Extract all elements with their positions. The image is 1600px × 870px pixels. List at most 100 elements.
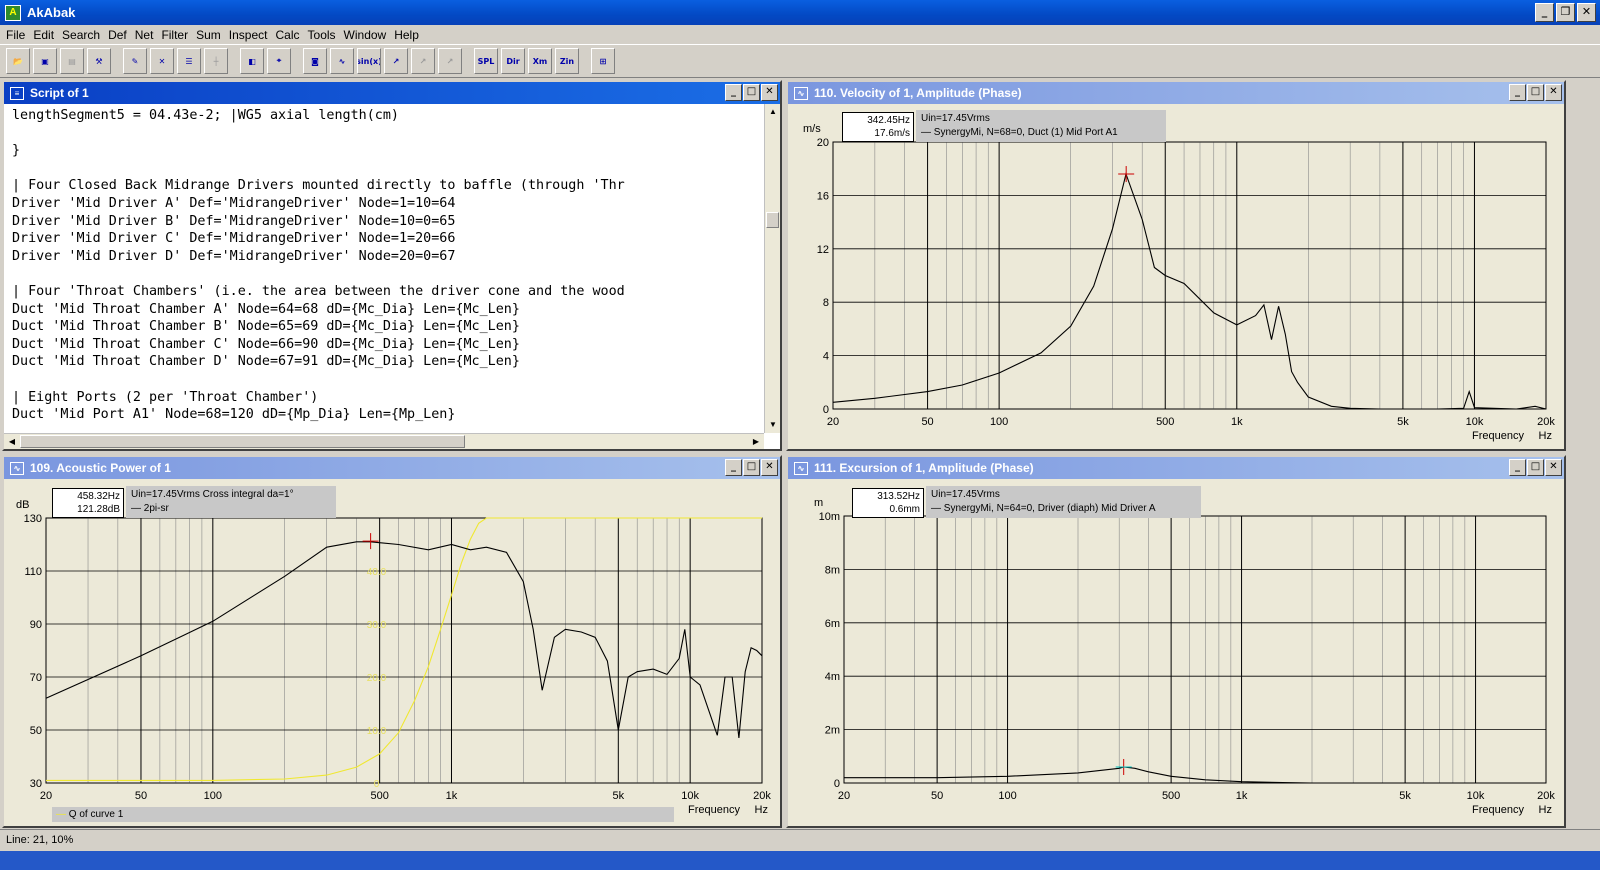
script-text[interactable]: lengthSegment5 = 04.43e-2; |WG5 axial le… — [12, 107, 758, 433]
menu-search[interactable]: Search — [60, 28, 106, 42]
scroll-up-icon[interactable]: ▲ — [765, 104, 780, 120]
velocity-plot[interactable]: 20 50 100 500 1k 5k 10k 20k 0 4 8 12 16 20 m/s Frequenc… — [788, 104, 1564, 449]
script-line[interactable] — [12, 371, 758, 389]
script-line[interactable]: | Four 'Throat Chambers' (i.e. the area … — [12, 283, 758, 301]
curve-icon[interactable]: ↗ — [384, 48, 408, 74]
minimize-button[interactable]: _ — [1535, 3, 1554, 22]
script-line[interactable]: | Four Closed Back Midrange Drivers moun… — [12, 177, 758, 195]
grid-icon[interactable]: ┼ — [204, 48, 228, 74]
menu-file[interactable]: File — [4, 28, 31, 42]
restore-button[interactable]: ❐ — [1556, 3, 1575, 22]
close-button[interactable]: ✕ — [1577, 3, 1596, 22]
app-logo-icon: A — [5, 4, 21, 21]
curve2-icon[interactable]: ↗ — [411, 48, 435, 74]
script-window[interactable]: ≡ Script of 1 _ □ ✕ lengthSegment5 = 04.… — [2, 80, 782, 451]
probe-icon[interactable]: ✕ — [150, 48, 174, 74]
script-line[interactable]: Driver 'Mid Driver A' Def='MidrangeDrive… — [12, 195, 758, 213]
script-line[interactable]: Duct 'Mid Port A1' Node=68=120 dD={Mp_Di… — [12, 406, 758, 424]
menu-inspect[interactable]: Inspect — [227, 28, 274, 42]
velocity-chart[interactable]: 20 50 100 500 1k 5k 10k 20k 0 4 8 12 16 20 m/s Frequenc… — [788, 104, 1564, 449]
script-line[interactable]: } — [12, 142, 758, 160]
generator-icon[interactable]: ∿ — [330, 48, 354, 74]
horizontal-scrollbar[interactable]: ◀ ▶ — [4, 433, 764, 449]
y-tick-label: 10m — [819, 511, 840, 523]
speaker-icon[interactable]: ◙ — [303, 48, 327, 74]
save-icon[interactable]: ▣ — [33, 48, 57, 74]
minimize-button[interactable]: _ — [725, 459, 742, 476]
cursor-readout: 342.45Hz 17.6m/s — [842, 112, 914, 142]
close-button[interactable]: ✕ — [1545, 84, 1562, 101]
script-line[interactable]: Driver 'Mid Driver D' Def='MidrangeDrive… — [12, 248, 758, 266]
menu-def[interactable]: Def — [106, 28, 133, 42]
edit-icon[interactable]: ✎ — [123, 48, 147, 74]
menu-net[interactable]: Net — [133, 28, 160, 42]
xm-button[interactable]: Xm — [528, 48, 552, 74]
close-button[interactable]: ✕ — [761, 459, 778, 476]
readout-frequency: 342.45Hz — [867, 115, 910, 126]
plot-area — [843, 515, 1547, 784]
align-icon[interactable]: ☰ — [177, 48, 201, 74]
menu-calc[interactable]: Calc — [274, 28, 306, 42]
excursion-chart[interactable]: 20 50 100 500 1k 5k 10k 20k 0 2m 4m 6m 8m 10m m Frequen… — [788, 479, 1564, 826]
chart-icon[interactable]: ⊞ — [591, 48, 615, 74]
scroll-right-icon[interactable]: ▶ — [748, 434, 764, 449]
print-icon[interactable]: ▤ — [60, 48, 84, 74]
menu-help[interactable]: Help — [392, 28, 425, 42]
minimize-button[interactable]: _ — [1509, 84, 1526, 101]
spl-button[interactable]: SPL — [474, 48, 498, 74]
script-line[interactable] — [12, 160, 758, 178]
script-editor[interactable]: lengthSegment5 = 04.43e-2; |WG5 axial le… — [4, 104, 780, 449]
maximize-button[interactable]: □ — [743, 459, 760, 476]
driver-icon[interactable]: ◧ — [240, 48, 264, 74]
velocity-window-titlebar[interactable]: ∿ 110. Velocity of 1, Amplitude (Phase) … — [788, 82, 1564, 104]
power-chart[interactable]: 20 50 100 500 1k 5k 10k 20k 30 50 70 90 110 130 dB Freq… — [4, 479, 780, 826]
script-line[interactable]: Duct 'Mid Throat Chamber B' Node=65=69 d… — [12, 318, 758, 336]
script-line[interactable]: Driver 'Mid Driver C' Def='MidrangeDrive… — [12, 230, 758, 248]
sinx-button[interactable]: sin(x) — [357, 48, 381, 74]
maximize-button[interactable]: □ — [743, 84, 760, 101]
close-button[interactable]: ✕ — [1545, 459, 1562, 476]
excursion-window-titlebar[interactable]: ∿ 111. Excursion of 1, Amplitude (Phase)… — [788, 457, 1564, 479]
scroll-down-icon[interactable]: ▼ — [765, 417, 780, 433]
script-line[interactable]: Duct 'Mid Throat Chamber A' Node=64=68 d… — [12, 301, 758, 319]
cursor-icon[interactable]: ⌖ — [267, 48, 291, 74]
minimize-button[interactable]: _ — [1509, 459, 1526, 476]
zin-button[interactable]: Zin — [555, 48, 579, 74]
minimize-button[interactable]: _ — [725, 84, 742, 101]
menu-tools[interactable]: Tools — [306, 28, 342, 42]
power-window[interactable]: ∿ 109. Acoustic Power of 1 _ □ ✕ 20 50 100… — [2, 455, 782, 828]
menu-window[interactable]: Window — [342, 28, 393, 42]
menu-bar: File Edit Search Def Net Filter Sum Insp… — [0, 25, 1600, 44]
excursion-plot[interactable]: 20 50 100 500 1k 5k 10k 20k 0 2m 4m 6m 8m 10m m Frequen… — [788, 479, 1564, 826]
vertical-scrollbar[interactable]: ▲ ▼ — [764, 104, 780, 433]
x-tick-label: 500 — [370, 790, 388, 802]
menu-sum[interactable]: Sum — [194, 28, 227, 42]
script-line[interactable] — [12, 265, 758, 283]
x-tick-label: 5k — [612, 790, 624, 802]
maximize-button[interactable]: □ — [1527, 84, 1544, 101]
script-line[interactable] — [12, 125, 758, 143]
menu-edit[interactable]: Edit — [31, 28, 60, 42]
open-icon[interactable]: 📂 — [6, 48, 30, 74]
script-line[interactable]: Driver 'Mid Driver B' Def='MidrangeDrive… — [12, 213, 758, 231]
power-window-titlebar[interactable]: ∿ 109. Acoustic Power of 1 _ □ ✕ — [4, 457, 780, 479]
scroll-thumb[interactable] — [766, 212, 779, 228]
scroll-thumb[interactable] — [20, 435, 465, 448]
script-window-titlebar[interactable]: ≡ Script of 1 _ □ ✕ — [4, 82, 780, 104]
script-line[interactable]: lengthSegment5 = 04.43e-2; |WG5 axial le… — [12, 107, 758, 125]
velocity-window[interactable]: ∿ 110. Velocity of 1, Amplitude (Phase) … — [786, 80, 1566, 451]
power-plot[interactable]: 20 50 100 500 1k 5k 10k 20k 30 50 70 90 110 130 dB Freq… — [4, 479, 780, 826]
legend-line1: Uin=17.45Vrms — [921, 113, 990, 124]
excursion-window[interactable]: ∿ 111. Excursion of 1, Amplitude (Phase)… — [786, 455, 1566, 828]
script-line[interactable]: Duct 'Mid Throat Chamber D' Node=67=91 d… — [12, 353, 758, 371]
script-line[interactable]: Duct 'Mid Throat Chamber C' Node=66=90 d… — [12, 336, 758, 354]
curve3-icon[interactable]: ↗ — [438, 48, 462, 74]
dir-button[interactable]: Dir — [501, 48, 525, 74]
scroll-left-icon[interactable]: ◀ — [4, 434, 20, 449]
close-button[interactable]: ✕ — [761, 84, 778, 101]
menu-filter[interactable]: Filter — [159, 28, 194, 42]
script-line[interactable]: | Eight Ports (2 per 'Throat Chamber') — [12, 389, 758, 407]
y-axis-unit: m/s — [803, 123, 821, 135]
maximize-button[interactable]: □ — [1527, 459, 1544, 476]
tool-icon[interactable]: ⚒ — [87, 48, 111, 74]
